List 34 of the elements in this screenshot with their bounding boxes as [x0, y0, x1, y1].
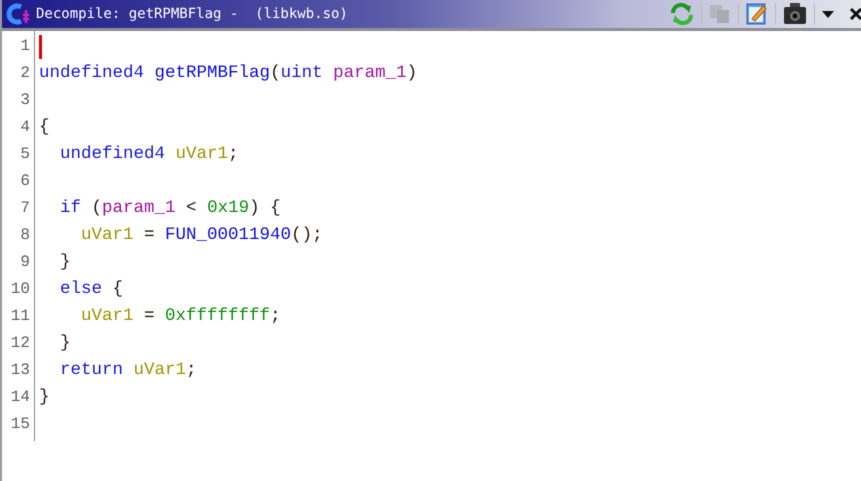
- line-number: 14: [10, 387, 31, 408]
- line-number: 3: [19, 90, 31, 111]
- decompiler-logo-icon: [6, 2, 32, 26]
- code-line: }: [39, 386, 50, 409]
- line-number: 1: [19, 36, 31, 57]
- code-line: uVar1 = 0xffffffff;: [80, 305, 281, 328]
- code-line: return uVar1;: [59, 359, 197, 382]
- edit-icon: [745, 2, 769, 26]
- code-line: undefined4 uVar1;: [59, 143, 239, 166]
- line-number: 2: [19, 63, 31, 84]
- line-number: 4: [19, 117, 31, 138]
- camera-icon: [782, 2, 808, 26]
- line-number: 7: [19, 198, 31, 219]
- code-line: }: [59, 332, 71, 355]
- code-line: uVar1 = FUN_00011940();: [80, 224, 323, 247]
- code-line: if (param_1 < 0x19) {: [59, 197, 281, 220]
- line-number: 11: [10, 306, 31, 327]
- code-line: undefined4 getRPMBFlag(uint param_1): [39, 62, 418, 85]
- code-line: }: [59, 251, 71, 274]
- dropdown-caret-icon: [821, 9, 835, 19]
- line-number: 15: [10, 414, 31, 435]
- code-line: else {: [59, 278, 124, 301]
- line-number: 13: [10, 360, 31, 381]
- line-number: 6: [19, 171, 31, 192]
- refresh-icon: [669, 2, 695, 26]
- line-number: 9: [19, 252, 31, 273]
- code-line: {: [39, 116, 50, 139]
- line-number: 12: [10, 333, 31, 354]
- line-number: 5: [19, 144, 31, 165]
- window-title: Decompile: getRPMBFlag - (libkwb.so): [36, 4, 348, 24]
- line-number: 8: [19, 225, 31, 246]
- close-icon: [849, 7, 861, 21]
- line-number: 10: [10, 279, 31, 300]
- copy-icon: [708, 3, 732, 25]
